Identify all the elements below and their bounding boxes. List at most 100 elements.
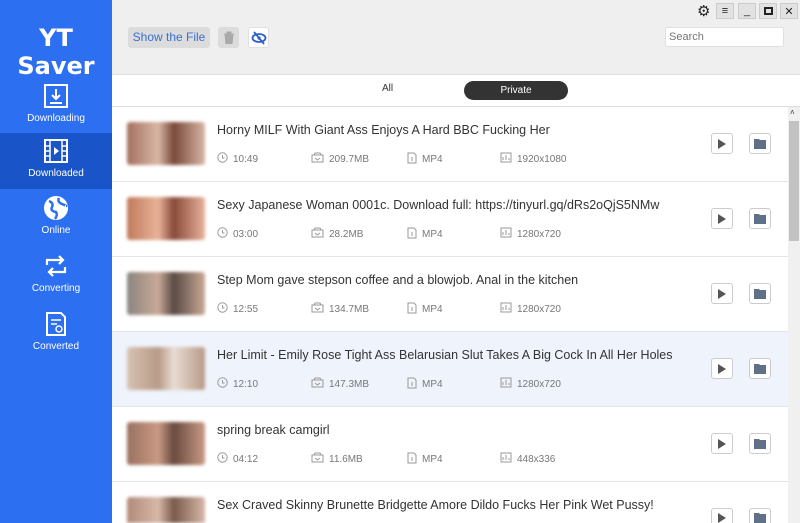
clock-icon: [217, 377, 228, 391]
resolution-icon: [500, 152, 512, 166]
resolution-text: 1920x1080: [517, 153, 567, 165]
video-thumbnail: [127, 197, 205, 240]
file-format-icon: [407, 227, 417, 242]
video-row[interactable]: Her Limit - Emily Rose Tight Ass Belarus…: [112, 332, 788, 407]
play-icon: [718, 363, 726, 374]
minimize-button[interactable]: _: [738, 3, 756, 19]
video-thumbnail: [127, 422, 205, 465]
play-button[interactable]: [711, 508, 733, 523]
video-duration: 03:00: [217, 227, 258, 241]
maximize-button[interactable]: [759, 3, 777, 19]
format-text: MP4: [422, 379, 443, 390]
clock-icon: [217, 452, 228, 466]
format-text: MP4: [422, 454, 443, 465]
play-button[interactable]: [711, 133, 733, 154]
sidebar: YT Saver Downloading Downloaded Online C…: [0, 0, 112, 523]
resolution-icon: [500, 227, 512, 241]
play-button[interactable]: [711, 433, 733, 454]
size-text: 11.6MB: [329, 453, 363, 465]
video-format: MP4: [407, 152, 443, 167]
clock-icon: [217, 227, 228, 241]
play-button[interactable]: [711, 283, 733, 304]
sidebar-item-label: Online: [41, 225, 71, 236]
play-button[interactable]: [711, 208, 733, 229]
sidebar-item-downloading[interactable]: Downloading: [0, 78, 112, 134]
file-size-icon: [311, 302, 324, 316]
folder-icon: [754, 363, 766, 374]
menu-button[interactable]: ≡: [716, 3, 734, 19]
delete-button[interactable]: [218, 27, 239, 48]
video-size: 209.7MB: [311, 152, 369, 166]
sidebar-item-online[interactable]: Online: [0, 190, 112, 246]
open-folder-button[interactable]: [749, 508, 771, 523]
sidebar-item-label: Downloaded: [28, 168, 84, 179]
video-row[interactable]: Sexy Japanese Woman 0001c. Download full…: [112, 182, 788, 257]
close-icon: ✕: [784, 5, 794, 18]
file-size-icon: [311, 152, 324, 166]
resolution-icon: [500, 302, 512, 316]
scrollbar[interactable]: ˄: [788, 107, 800, 523]
video-title: spring break camgirl: [217, 423, 330, 437]
video-list: Horny MILF With Giant Ass Enjoys A Hard …: [112, 107, 788, 523]
format-text: MP4: [422, 154, 443, 165]
video-title: Her Limit - Emily Rose Tight Ass Belarus…: [217, 348, 673, 362]
clock-icon: [217, 152, 228, 166]
toolbar: Show the File ⚙ ≡ _ ✕: [112, 0, 800, 75]
sidebar-item-label: Converted: [32, 341, 80, 352]
video-title: Sex Craved Skinny Brunette Bridgette Amo…: [217, 498, 654, 512]
minimize-icon: _: [743, 5, 751, 17]
open-folder-button[interactable]: [749, 358, 771, 379]
open-folder-button[interactable]: [749, 133, 771, 154]
video-thumbnail: [127, 122, 205, 165]
folder-icon: [754, 138, 766, 149]
video-duration: 12:55: [217, 302, 258, 316]
video-thumbnail: [127, 497, 205, 523]
sidebar-item-downloaded[interactable]: Downloaded: [0, 133, 112, 189]
video-row[interactable]: spring break camgirl 04:12 11.6MB MP4 448x33…: [112, 407, 788, 482]
duration-text: 04:12: [233, 453, 259, 465]
video-duration: 04:12: [217, 452, 258, 466]
scrollbar-thumb[interactable]: [789, 121, 799, 241]
scroll-up-icon[interactable]: ˄: [790, 108, 795, 117]
hide-private-button[interactable]: [248, 27, 269, 48]
open-folder-button[interactable]: [749, 433, 771, 454]
duration-text: 10:49: [233, 153, 259, 165]
tab-all[interactable]: All: [382, 83, 393, 94]
converted-file-icon: [46, 312, 66, 336]
sidebar-item-converting[interactable]: Converting: [0, 248, 112, 304]
tab-bar: All Private: [112, 75, 800, 107]
video-row[interactable]: Step Mom gave stepson coffee and a blowj…: [112, 257, 788, 332]
video-row[interactable]: Sex Craved Skinny Brunette Bridgette Amo…: [112, 482, 788, 523]
video-duration: 12:10: [217, 377, 258, 391]
play-icon: [718, 513, 726, 523]
video-size: 28.2MB: [311, 227, 363, 241]
file-size-icon: [311, 377, 324, 391]
settings-gear-icon[interactable]: ⚙: [697, 2, 710, 20]
sidebar-item-label: Converting: [31, 283, 81, 294]
file-size-icon: [311, 452, 324, 466]
format-text: MP4: [422, 229, 443, 240]
resolution-icon: [500, 452, 512, 466]
folder-icon: [754, 288, 766, 299]
tab-private[interactable]: Private: [464, 81, 568, 100]
close-button[interactable]: ✕: [780, 3, 798, 19]
video-row[interactable]: Horny MILF With Giant Ass Enjoys A Hard …: [112, 107, 788, 182]
video-format: MP4: [407, 452, 443, 467]
file-format-icon: [407, 302, 417, 317]
open-folder-button[interactable]: [749, 208, 771, 229]
trash-icon: [223, 31, 234, 44]
sidebar-item-converted[interactable]: Converted: [0, 306, 112, 362]
size-text: 134.7MB: [329, 303, 370, 315]
video-title: Step Mom gave stepson coffee and a blowj…: [217, 273, 579, 287]
eye-slash-icon: [251, 30, 266, 45]
play-button[interactable]: [711, 358, 733, 379]
file-size-icon: [311, 227, 324, 241]
search-input[interactable]: [665, 27, 784, 47]
globe-icon: [44, 196, 68, 220]
video-resolution: 1920x1080: [500, 152, 567, 166]
play-icon: [718, 213, 726, 224]
duration-text: 12:10: [233, 378, 259, 390]
open-folder-button[interactable]: [749, 283, 771, 304]
show-file-button[interactable]: Show the File: [128, 27, 210, 48]
play-icon: [718, 138, 726, 149]
